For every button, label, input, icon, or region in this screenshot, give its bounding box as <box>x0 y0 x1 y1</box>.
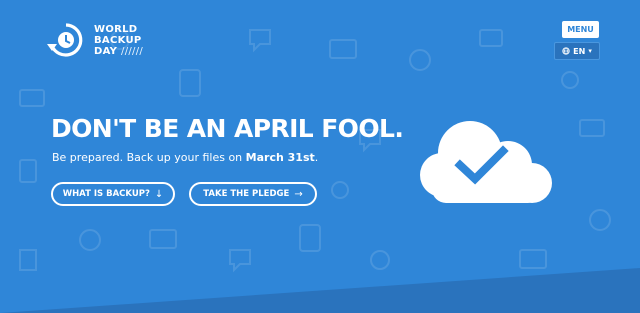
what-is-backup-label: WHAT IS BACKUP? <box>62 189 150 199</box>
site-logo[interactable]: WORLD BACKUP DAY ////// <box>46 20 143 60</box>
cloud-check-icon <box>420 121 552 203</box>
arrow-down-icon: ↓ <box>154 188 164 200</box>
language-label: EN <box>573 46 586 56</box>
page-headline: DON'T BE AN APRIL FOOL. <box>51 114 404 143</box>
logo-slashes: ////// <box>121 45 144 57</box>
hero-subline: Be prepared. Back up your files on March… <box>52 151 318 164</box>
logo-line-day: DAY ////// <box>94 46 143 57</box>
language-selector[interactable]: EN ▾ <box>554 42 600 60</box>
take-the-pledge-button[interactable]: TAKE THE PLEDGE → <box>189 182 317 206</box>
arrow-right-icon: → <box>294 188 303 200</box>
what-is-backup-button[interactable]: WHAT IS BACKUP? ↓ <box>51 182 175 206</box>
backup-clock-icon <box>47 23 83 57</box>
logo-line-world: WORLD <box>94 23 138 35</box>
take-the-pledge-label: TAKE THE PLEDGE <box>203 189 290 199</box>
subline-prefix: Be prepared. Back up your files on <box>52 151 246 164</box>
subline-date: March 31st <box>245 151 315 164</box>
hero-section: WORLD BACKUP DAY ////// MENU EN ▾ DON'T … <box>0 0 640 313</box>
globe-icon <box>562 47 570 55</box>
logo-wordmark: WORLD BACKUP DAY ////// <box>94 24 143 57</box>
logo-day-text: DAY <box>94 45 118 57</box>
chevron-down-icon: ▾ <box>588 47 592 55</box>
menu-button[interactable]: MENU <box>562 21 599 38</box>
subline-suffix: . <box>314 151 319 164</box>
logo-line-backup: BACKUP <box>94 34 142 46</box>
